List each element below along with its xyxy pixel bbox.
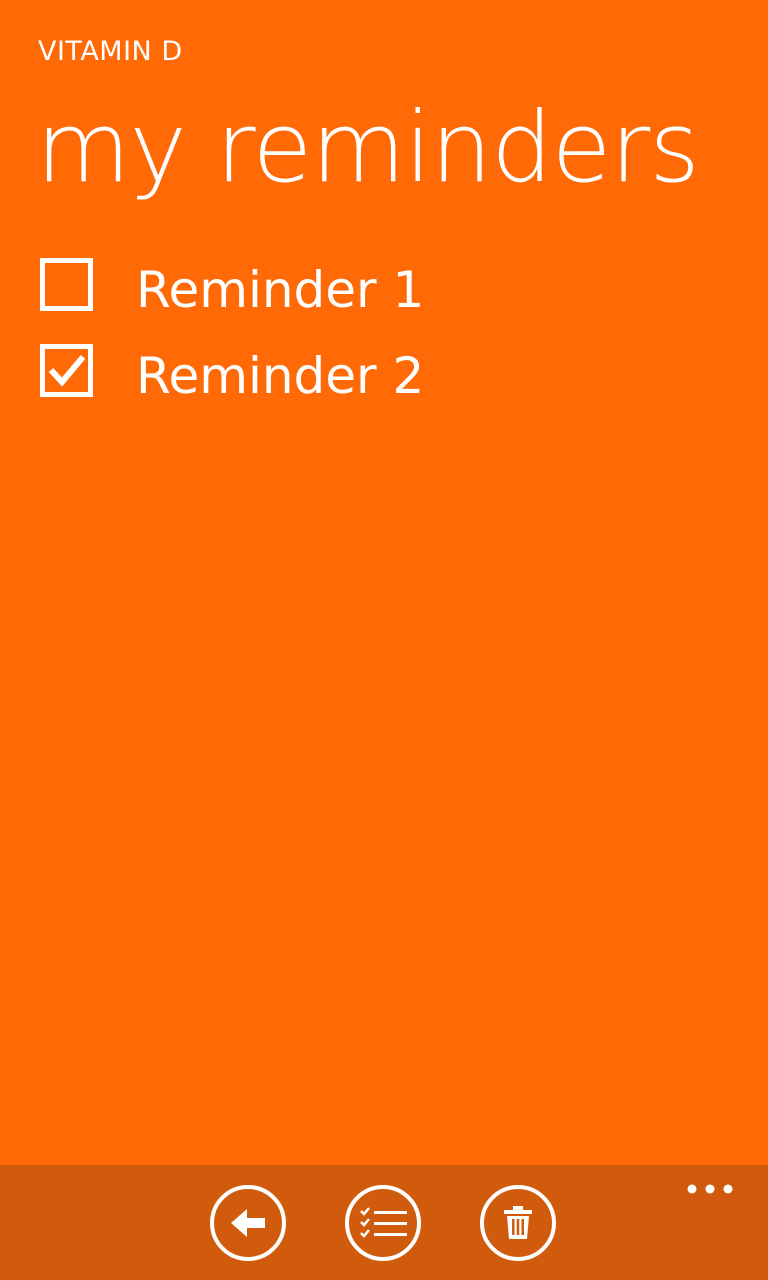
checklist-button[interactable]	[344, 1184, 422, 1262]
back-button[interactable]	[209, 1184, 287, 1262]
checked-checkbox-icon[interactable]	[40, 344, 93, 397]
reminder-list: Reminder 1 Reminder 2	[40, 252, 740, 424]
checklist-icon	[345, 1185, 421, 1261]
back-arrow-icon	[210, 1185, 286, 1261]
reminder-item[interactable]: Reminder 2	[40, 338, 740, 424]
trash-icon	[480, 1185, 556, 1261]
app-bar	[0, 1165, 768, 1280]
delete-button[interactable]	[479, 1184, 557, 1262]
page-title: my reminders	[36, 91, 700, 204]
unchecked-checkbox-icon[interactable]	[40, 258, 93, 311]
app-title: VITAMIN D	[38, 36, 183, 67]
reminder-item[interactable]: Reminder 1	[40, 252, 740, 338]
ellipsis-icon	[687, 1184, 733, 1194]
reminder-label: Reminder 2	[136, 347, 425, 405]
reminder-label: Reminder 1	[136, 261, 425, 319]
more-options-button[interactable]	[682, 1179, 738, 1199]
